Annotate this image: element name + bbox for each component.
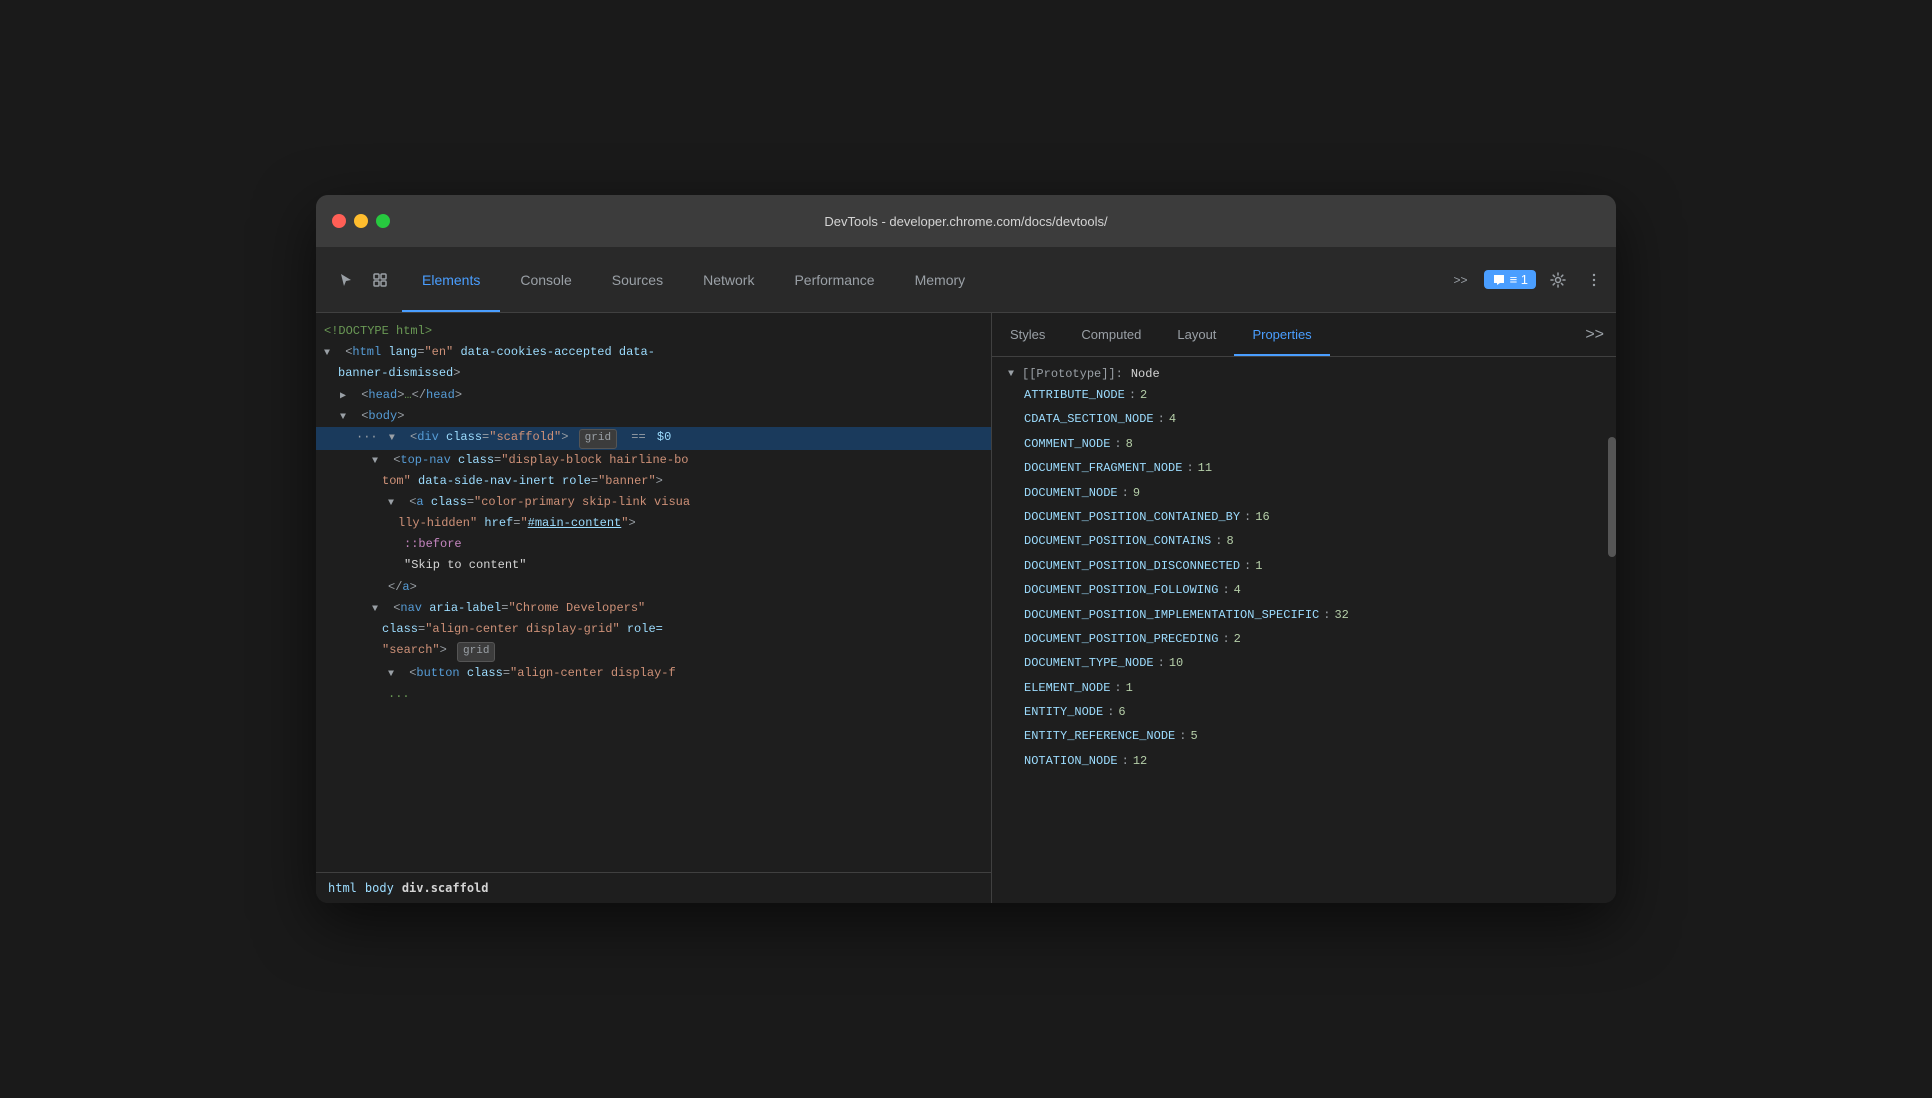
chat-badge-button[interactable]: ≡ 1 [1484,270,1536,289]
tab-computed[interactable]: Computed [1063,313,1159,356]
prop-row[interactable]: ELEMENT_NODE : 1 [992,676,1616,700]
tab-network[interactable]: Network [683,247,774,312]
menu-button[interactable] [1580,266,1608,294]
scrollbar-thumb[interactable] [1608,437,1616,557]
dom-tree[interactable]: <!DOCTYPE html> ▼ <html lang="en" data-c… [316,313,991,872]
tab-styles[interactable]: Styles [992,313,1063,356]
tab-layout[interactable]: Layout [1159,313,1234,356]
properties-panel-wrapper: ▼ [[Prototype]]: Node ATTRIBUTE_NODE : 2… [992,357,1616,903]
dom-nav-cont[interactable]: class="align-center display-grid" role= [316,619,991,640]
elements-panel: <!DOCTYPE html> ▼ <html lang="en" data-c… [316,313,992,903]
dom-a-cont[interactable]: lly-hidden" href="#main-content"> [316,513,991,534]
tab-properties[interactable]: Properties [1234,313,1329,356]
window-title: DevTools - developer.chrome.com/docs/dev… [824,214,1107,229]
traffic-lights [332,214,390,228]
tab-console[interactable]: Console [500,247,591,312]
prop-row[interactable]: ENTITY_NODE : 6 [992,700,1616,724]
tab-sources[interactable]: Sources [592,247,683,312]
prop-row[interactable]: DOCUMENT_POSITION_CONTAINS : 8 [992,529,1616,553]
cursor-icon[interactable] [332,266,360,294]
dom-nav-end[interactable]: "search"> grid [316,640,991,663]
more-right-tabs-button[interactable]: >> [1573,313,1616,356]
breadcrumb-div-scaffold[interactable]: div.scaffold [402,881,489,895]
minimize-button[interactable] [354,214,368,228]
dom-head[interactable]: ▶ <head>…</head> [316,385,991,406]
prop-row[interactable]: DOCUMENT_POSITION_IMPLEMENTATION_SPECIFI… [992,603,1616,627]
prop-row[interactable]: DOCUMENT_FRAGMENT_NODE : 11 [992,456,1616,480]
prop-row[interactable]: ATTRIBUTE_NODE : 2 [992,383,1616,407]
dom-a-open[interactable]: ▼ <a class="color-primary skip-link visu… [316,492,991,513]
tab-elements[interactable]: Elements [402,247,500,312]
prop-row[interactable]: DOCUMENT_NODE : 9 [992,481,1616,505]
prototype-section[interactable]: ▼ [[Prototype]]: Node [992,365,1616,383]
dom-html[interactable]: ▼ <html lang="en" data-cookies-accepted … [316,342,991,363]
properties-panel[interactable]: ▼ [[Prototype]]: Node ATTRIBUTE_NODE : 2… [992,357,1616,781]
main-tab-bar: Elements Console Sources Network Perform… [316,247,1616,313]
breadcrumb-body[interactable]: body [365,881,394,895]
dom-body[interactable]: ▼ <body> [316,406,991,427]
tab-bar-right: >> ≡ 1 [1446,247,1608,312]
maximize-button[interactable] [376,214,390,228]
breadcrumb-html[interactable]: html [328,881,357,895]
dom-top-nav-2[interactable]: tom" data-side-nav-inert role="banner"> [316,471,991,492]
breadcrumb-bar: html body div.scaffold [316,872,991,903]
dom-skip-text[interactable]: "Skip to content" [316,555,991,576]
right-panel: Styles Computed Layout Properties >> [992,313,1616,903]
title-bar: DevTools - developer.chrome.com/docs/dev… [316,195,1616,247]
prop-row[interactable]: DOCUMENT_POSITION_CONTAINED_BY : 16 [992,505,1616,529]
dom-before[interactable]: ::before [316,534,991,555]
dom-div-scaffold[interactable]: ··· ▼ <div class="scaffold"> grid == $0 [316,427,991,450]
layers-icon[interactable] [366,266,394,294]
tab-memory[interactable]: Memory [895,247,986,312]
nav-grid-badge[interactable]: grid [457,642,495,662]
devtools-window: DevTools - developer.chrome.com/docs/dev… [316,195,1616,903]
prop-row[interactable]: DOCUMENT_POSITION_DISCONNECTED : 1 [992,554,1616,578]
dom-html-2[interactable]: banner-dismissed> [316,363,991,384]
prop-row[interactable]: ENTITY_REFERENCE_NODE : 5 [992,724,1616,748]
tab-icons [324,247,402,312]
grid-badge[interactable]: grid [579,429,617,449]
prop-row[interactable]: NOTATION_NODE : 12 [992,749,1616,773]
main-content: <!DOCTYPE html> ▼ <html lang="en" data-c… [316,313,1616,903]
prop-row[interactable]: DOCUMENT_POSITION_FOLLOWING : 4 [992,578,1616,602]
prop-row[interactable]: COMMENT_NODE : 8 [992,432,1616,456]
dom-a-close[interactable]: </a> [316,577,991,598]
prop-row[interactable]: CDATA_SECTION_NODE : 4 [992,407,1616,431]
dom-nav-open[interactable]: ▼ <nav aria-label="Chrome Developers" [316,598,991,619]
dom-button-cont[interactable]: ... [316,684,991,705]
dom-top-nav[interactable]: ▼ <top-nav class="display-block hairline… [316,450,991,471]
more-tabs-button[interactable]: >> [1446,269,1476,291]
prop-row[interactable]: DOCUMENT_TYPE_NODE : 10 [992,651,1616,675]
dom-button-open[interactable]: ▼ <button class="align-center display-f [316,663,991,684]
tab-performance[interactable]: Performance [774,247,894,312]
close-button[interactable] [332,214,346,228]
prop-row[interactable]: DOCUMENT_POSITION_PRECEDING : 2 [992,627,1616,651]
dom-doctype[interactable]: <!DOCTYPE html> [316,321,991,342]
settings-button[interactable] [1544,266,1572,294]
right-tab-bar: Styles Computed Layout Properties >> [992,313,1616,357]
